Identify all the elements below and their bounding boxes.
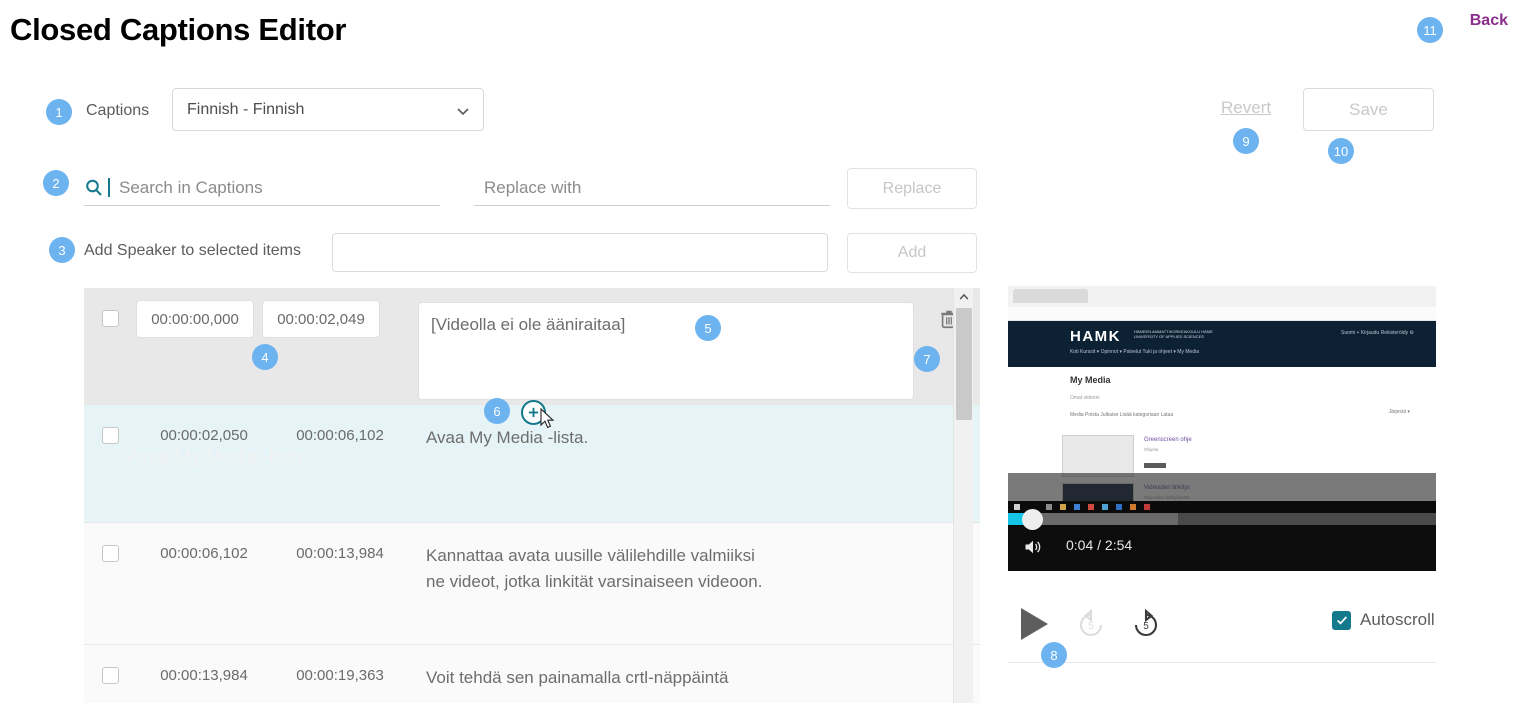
caption-language-select[interactable]: Finnish - Finnish <box>172 88 484 131</box>
site-header: HAMK HÄMEEN AMMATTIKORKEAKOULU HÄME UNIV… <box>1008 321 1436 367</box>
row-time-cell[interactable]: 00:00:06,102 00:00:13,984 <box>136 523 408 644</box>
row-checkbox[interactable] <box>101 310 119 327</box>
total-time: 2:54 <box>1104 537 1133 553</box>
my-media-subtitle: Omat videoni <box>1070 395 1100 401</box>
media-item-badge <box>1144 463 1166 468</box>
browser-url-bar <box>1008 307 1436 321</box>
chevron-up-icon[interactable] <box>954 288 973 306</box>
site-logo-subtitle: HÄMEEN AMMATTIKORKEAKOULU HÄME UNIVERSIT… <box>1134 329 1213 339</box>
video-player[interactable]: HAMK HÄMEEN AMMATTIKORKEAKOULU HÄME UNIV… <box>1008 286 1436 571</box>
step-badge-9: 9 <box>1233 128 1259 154</box>
end-time: 00:00:19,363 <box>296 667 384 684</box>
step-badge-8: 8 <box>1041 642 1067 668</box>
scrubber-track[interactable] <box>1008 509 1436 530</box>
media-item-desc: Ohjeita <box>1144 447 1159 452</box>
caption-text[interactable]: Voit tehdä sen painamalla crtl-näppäintä <box>408 645 910 703</box>
replace-field-wrapper[interactable] <box>474 170 830 206</box>
my-media-sort: Järjestä ▾ <box>1388 409 1410 415</box>
row-checkbox[interactable] <box>101 545 119 562</box>
video-controls[interactable]: 0:04 / 2:54 <box>1008 509 1436 571</box>
row-text-cell[interactable]: [Videolla ei ole ääniraitaa] <box>408 288 914 405</box>
step-badge-4: 4 <box>252 344 278 370</box>
video-overlay-caption: Avaa My Media -lista. <box>127 447 309 468</box>
scrubber-handle[interactable] <box>1022 509 1043 530</box>
search-input[interactable] <box>117 176 417 199</box>
step-badge-1: 1 <box>46 99 72 125</box>
current-time: 0:04 <box>1066 537 1094 553</box>
browser-tab-bar <box>1008 286 1436 307</box>
save-button[interactable]: Save <box>1303 88 1434 131</box>
caption-text-input[interactable]: [Videolla ei ole ääniraitaa] <box>418 302 914 400</box>
time-separator: / <box>1097 537 1102 553</box>
replace-input[interactable] <box>474 176 819 199</box>
autoscroll-checkbox[interactable] <box>1332 610 1351 630</box>
autoscroll-toggle[interactable]: Autoscroll <box>1332 610 1435 630</box>
my-media-filters: Media Poista Julkaise Lisää kategoriaan … <box>1070 412 1174 418</box>
time-display: 0:04 / 2:54 <box>1066 537 1132 553</box>
play-icon[interactable] <box>1021 608 1048 640</box>
step-badge-11: 11 <box>1417 17 1443 43</box>
site-top-right-nav: Suomi + Kirjaudu Rekisteröidy ⚙ <box>1341 330 1414 336</box>
controls-divider <box>1008 662 1436 663</box>
end-time-input[interactable] <box>262 300 380 338</box>
speaker-input[interactable] <box>332 233 828 272</box>
captions-label: Captions <box>86 102 150 119</box>
site-nav: Koti Kurssit ▾ Opinnot ▾ Palvelut Tuki j… <box>1070 349 1199 355</box>
my-media-title: My Media <box>1070 375 1111 385</box>
page-title: Closed Captions Editor <box>10 12 347 47</box>
captions-list-scrollbar[interactable] <box>953 288 973 703</box>
media-item-title: Greenscreen ohje <box>1144 437 1192 443</box>
replace-button[interactable]: Replace <box>847 168 977 209</box>
add-speaker-button[interactable]: Add <box>847 233 977 273</box>
os-taskbar <box>1008 501 1436 513</box>
start-time: 00:00:13,984 <box>160 667 248 684</box>
captions-list[interactable]: [Videolla ei ole ääniraitaa] <box>84 288 980 703</box>
row-checkbox-cell[interactable] <box>84 523 136 644</box>
autoscroll-label: Autoscroll <box>1360 610 1435 629</box>
media-thumbnail <box>1062 435 1134 477</box>
step-badge-3: 3 <box>49 237 75 263</box>
step-badge-5: 5 <box>695 315 721 341</box>
step-badge-2: 2 <box>43 170 69 196</box>
scrollbar-thumb[interactable] <box>956 308 972 420</box>
rewind-5-icon[interactable]: 5 <box>1074 608 1108 642</box>
site-logo: HAMK <box>1070 328 1121 345</box>
table-row[interactable]: [Videolla ei ole ääniraitaa] <box>84 288 980 405</box>
row-checkbox[interactable] <box>101 667 119 684</box>
step-badge-6: 6 <box>484 398 510 424</box>
text-caret <box>108 178 110 197</box>
table-row[interactable]: 00:00:13,984 00:00:19,363 Voit tehdä sen… <box>84 645 980 703</box>
revert-button[interactable]: Revert <box>1221 98 1271 118</box>
table-row[interactable]: 00:00:06,102 00:00:13,984 Kannattaa avat… <box>84 523 980 645</box>
svg-text:5: 5 <box>1088 621 1094 632</box>
caption-text[interactable]: Avaa My Media -lista. <box>408 405 910 522</box>
row-checkbox-cell[interactable] <box>84 288 136 405</box>
chevron-down-icon <box>455 103 469 117</box>
row-time-cell[interactable]: 00:00:13,984 00:00:19,363 <box>136 645 408 703</box>
caption-language-value: Finnish - Finnish <box>187 100 305 118</box>
mouse-cursor-icon <box>540 407 557 435</box>
row-checkbox[interactable] <box>101 427 119 444</box>
volume-icon[interactable] <box>1022 537 1044 562</box>
back-link[interactable]: Back <box>1470 12 1508 30</box>
svg-text:5: 5 <box>1143 621 1149 632</box>
start-time-input[interactable] <box>136 300 254 338</box>
search-icon <box>84 178 104 198</box>
start-time: 00:00:06,102 <box>160 545 248 562</box>
row-checkbox-cell[interactable] <box>84 645 136 703</box>
caption-text[interactable]: Kannattaa avata uusille välilehdille val… <box>408 523 910 644</box>
step-badge-10: 10 <box>1328 138 1354 164</box>
search-field-wrapper[interactable] <box>84 170 440 206</box>
forward-5-icon[interactable]: 5 <box>1129 608 1163 642</box>
end-time: 00:00:13,984 <box>296 545 384 562</box>
step-badge-7: 7 <box>914 346 940 372</box>
browser-tab <box>1013 289 1088 303</box>
add-speaker-label: Add Speaker to selected items <box>84 242 302 259</box>
